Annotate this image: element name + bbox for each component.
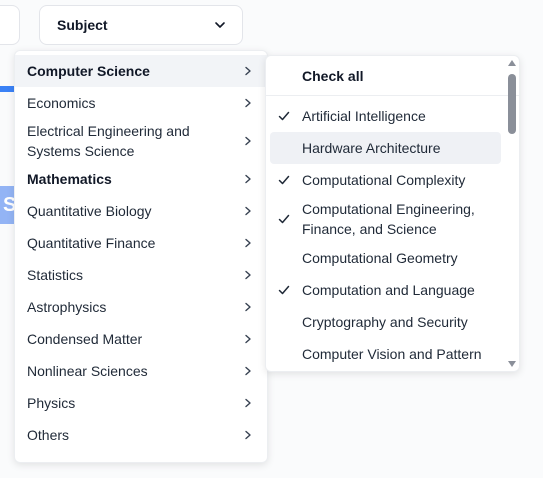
category-item[interactable]: Electrical Engineering and Systems Scien… <box>15 119 267 163</box>
chevron-right-icon <box>245 430 251 440</box>
checkmark-icon <box>278 285 290 295</box>
subcategory-item-label: Computation and Language <box>302 282 475 298</box>
subcategory-item-label: Artificial Intelligence <box>302 108 426 124</box>
category-item[interactable]: Computer Science <box>15 55 267 87</box>
subcategory-item[interactable]: Hardware Architecture <box>270 132 501 164</box>
background-badge-letter: S <box>3 194 14 216</box>
category-item[interactable]: Nonlinear Sciences <box>15 355 267 387</box>
category-item-label: Nonlinear Sciences <box>27 363 148 379</box>
checkmark-icon <box>278 175 290 185</box>
scroll-up-arrow-icon[interactable] <box>508 60 516 66</box>
category-item-label: Condensed Matter <box>27 331 143 347</box>
category-item[interactable]: Mathematics <box>15 163 267 195</box>
chevron-right-icon <box>245 136 251 146</box>
subcategory-item-label: Computational Complexity <box>302 172 466 188</box>
subcategory-item-label: Computer Vision and Pattern <box>302 346 482 362</box>
chevron-right-icon <box>245 66 251 76</box>
subcategory-item[interactable]: Computer Vision and Pattern <box>270 338 501 370</box>
category-item[interactable]: Physics <box>15 387 267 419</box>
subcategory-item[interactable]: Computation and Language <box>270 274 501 306</box>
chevron-right-icon <box>245 174 251 184</box>
chevron-right-icon <box>245 238 251 248</box>
chevron-right-icon <box>245 98 251 108</box>
category-item-label: Economics <box>27 95 96 111</box>
submenu-scrollbar[interactable] <box>507 60 517 367</box>
subcategory-item-label: Computational Engineering, Finance, and … <box>302 201 475 237</box>
chevron-down-icon <box>215 22 225 28</box>
chevron-right-icon <box>245 206 251 216</box>
background-accent-line <box>0 86 14 92</box>
category-item-label: Others <box>27 427 70 443</box>
category-item-label: Mathematics <box>27 171 112 187</box>
category-item[interactable]: Condensed Matter <box>15 323 267 355</box>
checkmark-slot <box>278 110 302 122</box>
category-item-label: Electrical Engineering and Systems Scien… <box>27 123 190 159</box>
chevron-right-icon <box>245 270 251 280</box>
subject-dropdown-label: Subject <box>57 17 108 33</box>
category-item[interactable]: Quantitative Biology <box>15 195 267 227</box>
category-item[interactable]: Others <box>15 419 267 451</box>
chevron-right-icon <box>245 334 251 344</box>
category-menu: Computer Science Economics Electrical Engi… <box>14 50 268 463</box>
subcategory-item[interactable]: Computational Geometry <box>270 242 501 274</box>
chevron-right-icon <box>245 366 251 376</box>
category-item-label: Physics <box>27 395 76 411</box>
checkmark-slot <box>278 213 302 225</box>
left-filter-button-stub[interactable] <box>0 5 20 45</box>
check-all-option[interactable]: Check all <box>266 56 519 96</box>
subcategory-item-label: Computational Geometry <box>302 250 458 266</box>
category-item-label: Quantitative Biology <box>27 203 152 219</box>
category-item[interactable]: Economics <box>15 87 267 119</box>
subcategory-item-label: Cryptography and Security <box>302 314 468 330</box>
category-item[interactable]: Statistics <box>15 259 267 291</box>
category-item[interactable]: Astrophysics <box>15 291 267 323</box>
subcategory-item[interactable]: Cryptography and Security <box>270 306 501 338</box>
subcategory-item[interactable]: Computational Complexity <box>270 164 501 196</box>
category-item-label: Astrophysics <box>27 299 107 315</box>
category-item[interactable]: Quantitative Finance <box>15 227 267 259</box>
category-item-label: Quantitative Finance <box>27 235 156 251</box>
checkmark-icon <box>278 214 290 224</box>
subcategory-list: Artificial Intelligence Hardware Architec… <box>266 96 519 370</box>
checkmark-icon <box>278 111 290 121</box>
checkmark-slot <box>278 174 302 186</box>
scrollbar-thumb[interactable] <box>508 74 516 134</box>
subject-dropdown-button[interactable]: Subject <box>39 5 243 45</box>
background-badge: S <box>0 186 14 224</box>
scroll-down-arrow-icon[interactable] <box>508 361 516 367</box>
subcategory-item[interactable]: Computational Engineering, Finance, and … <box>270 196 501 242</box>
chevron-right-icon <box>245 398 251 408</box>
subcategory-item[interactable]: Artificial Intelligence <box>270 100 501 132</box>
subcategory-item-label: Hardware Architecture <box>302 140 441 156</box>
chevron-right-icon <box>245 302 251 312</box>
category-item-label: Computer Science <box>27 63 150 79</box>
checkmark-slot <box>278 284 302 296</box>
category-item-label: Statistics <box>27 267 84 283</box>
subcategory-menu: Check all Artificial Intelligence Hardwar… <box>265 55 520 372</box>
